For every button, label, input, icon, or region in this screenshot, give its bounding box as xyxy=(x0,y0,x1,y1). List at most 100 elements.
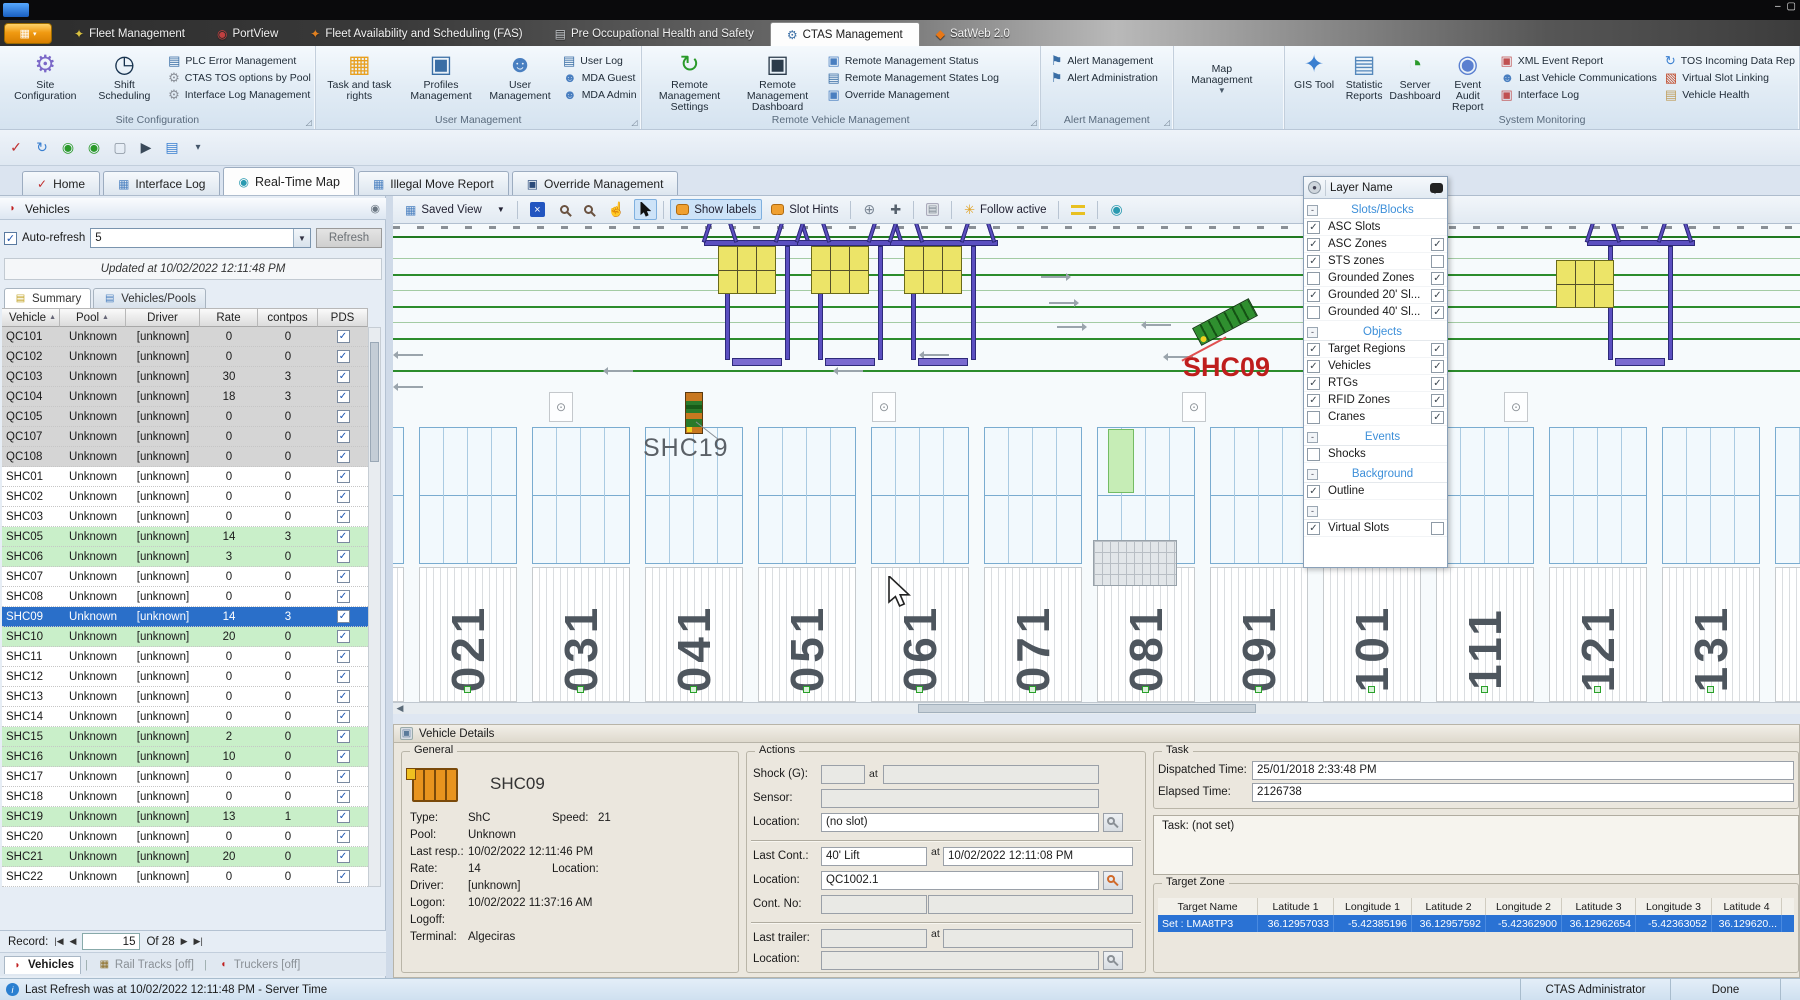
collapse-icon[interactable]: - xyxy=(1307,506,1318,517)
ribbon-button-last-vehicle-communications[interactable]: ☻Last Vehicle Communications xyxy=(1500,71,1656,84)
table-row-shc11[interactable]: SHC11Unknown[unknown]00✓ xyxy=(2,647,368,667)
trailer-location-lookup-button[interactable] xyxy=(1103,951,1123,970)
tz-column-header-longitude-2[interactable]: Longitude 2 xyxy=(1486,898,1562,915)
pds-checkbox[interactable]: ✓ xyxy=(337,690,350,703)
pds-checkbox[interactable]: ✓ xyxy=(337,410,350,423)
table-row-qc105[interactable]: QC105Unknown[unknown]00✓ xyxy=(2,407,368,427)
tz-column-header-latitude-3[interactable]: Latitude 3 xyxy=(1562,898,1636,915)
container-location-lookup-button[interactable] xyxy=(1103,871,1123,890)
layer-labels-checkbox[interactable]: ✓ xyxy=(1431,411,1444,424)
asc-zone-091[interactable] xyxy=(1210,427,1308,564)
toolbar-overflow-button[interactable]: ▾ xyxy=(188,138,208,158)
tz-column-header-latitude-2[interactable]: Latitude 2 xyxy=(1412,898,1486,915)
back-button[interactable]: ◉ xyxy=(58,138,78,158)
layer-row-grounded-40-sl[interactable]: Grounded 40' Sl...✓ xyxy=(1304,304,1447,321)
layer-visible-checkbox[interactable] xyxy=(1307,448,1320,461)
layer-labels-checkbox[interactable]: ✓ xyxy=(1431,377,1444,390)
layer-labels-checkbox[interactable]: ✓ xyxy=(1431,289,1444,302)
dialog-launcher-icon[interactable]: ◿ xyxy=(1164,118,1170,127)
table-row-shc16[interactable]: SHC16Unknown[unknown]100✓ xyxy=(2,747,368,767)
pds-checkbox[interactable]: ✓ xyxy=(337,550,350,563)
ribbon-button-event-audit-report[interactable]: ◉Event Audit Report xyxy=(1441,48,1494,113)
ribbon-button-profiles-management[interactable]: ▣Profiles Management xyxy=(399,48,483,102)
layer-visible-checkbox[interactable]: ✓ xyxy=(1307,394,1320,407)
zoom-in-button[interactable] xyxy=(554,199,575,220)
layer-row-grounded-20-sl[interactable]: ✓Grounded 20' Sl...✓ xyxy=(1304,287,1447,304)
center-button[interactable]: ⊕ xyxy=(857,199,881,220)
table-row-shc13[interactable]: SHC13Unknown[unknown]00✓ xyxy=(2,687,368,707)
record-number-field[interactable]: 15 xyxy=(82,933,140,950)
last-trailer-field[interactable] xyxy=(821,929,927,948)
pds-checkbox[interactable]: ✓ xyxy=(337,870,350,883)
pds-checkbox[interactable]: ✓ xyxy=(337,390,350,403)
ribbon-button-shift-scheduling[interactable]: ◷Shift Scheduling xyxy=(87,48,162,102)
column-header-driver[interactable]: Driver xyxy=(126,308,200,327)
shock-field[interactable] xyxy=(821,765,865,784)
layer-row-grounded-zones[interactable]: Grounded Zones✓ xyxy=(1304,270,1447,287)
layer-row-cranes[interactable]: Cranes✓ xyxy=(1304,409,1447,426)
subtab-summary[interactable]: ▤Summary xyxy=(4,288,91,308)
copy-button[interactable]: ▢ xyxy=(110,138,130,158)
pds-checkbox[interactable]: ✓ xyxy=(337,330,350,343)
slot-grid-011[interactable] xyxy=(393,567,404,702)
tz-column-header-target-name[interactable]: Target Name xyxy=(1158,898,1258,915)
previous-record-button[interactable]: ◀ xyxy=(70,936,77,947)
pds-checkbox[interactable]: ✓ xyxy=(337,590,350,603)
auto-refresh-checkbox[interactable]: ✓ xyxy=(4,232,17,245)
layer-visible-checkbox[interactable]: ✓ xyxy=(1307,238,1320,251)
target-zone-row[interactable]: Set : LMA8TP336.12957033-5.4238519636.12… xyxy=(1158,915,1794,932)
ribbon-button-map-management[interactable]: Map Management▼ xyxy=(1178,48,1266,95)
asc-zone-111[interactable] xyxy=(1436,427,1534,564)
table-row-qc108[interactable]: QC108Unknown[unknown]00✓ xyxy=(2,447,368,467)
layer-visible-checkbox[interactable] xyxy=(1307,306,1320,319)
ribbon-button-interface-log[interactable]: ▣Interface Log xyxy=(1500,88,1656,101)
refresh-interval-combo[interactable]: 5 ▼ xyxy=(90,228,311,248)
pds-checkbox[interactable]: ✓ xyxy=(337,850,350,863)
asc-zone-071[interactable] xyxy=(984,427,1082,564)
dialog-launcher-icon[interactable]: ◿ xyxy=(306,118,312,127)
follow-active-toggle[interactable]: ✳Follow active xyxy=(958,199,1052,220)
dialog-launcher-icon[interactable]: ◿ xyxy=(631,118,637,127)
layer-row-vehicles[interactable]: ✓Vehicles✓ xyxy=(1304,358,1447,375)
table-row-shc17[interactable]: SHC17Unknown[unknown]00✓ xyxy=(2,767,368,787)
fit-view-button[interactable]: × xyxy=(524,199,551,220)
table-row-shc01[interactable]: SHC01Unknown[unknown]00✓ xyxy=(2,467,368,487)
layer-labels-checkbox[interactable]: ✓ xyxy=(1431,360,1444,373)
ribbon-button-vehicle-health[interactable]: ▤Vehicle Health xyxy=(1665,88,1795,101)
tz-column-header-latitude-1[interactable]: Latitude 1 xyxy=(1258,898,1334,915)
app-tab-fleet-availability-and-scheduling-fas[interactable]: ✦Fleet Availability and Scheduling (FAS) xyxy=(294,22,538,46)
dispatched-time-field[interactable]: 25/01/2018 2:33:48 PM xyxy=(1252,761,1794,780)
table-row-shc08[interactable]: SHC08Unknown[unknown]00✓ xyxy=(2,587,368,607)
asc-zone-141[interactable] xyxy=(1775,427,1800,564)
show-labels-toggle[interactable]: Show labels xyxy=(670,199,762,220)
pds-checkbox[interactable]: ✓ xyxy=(337,750,350,763)
pds-checkbox[interactable]: ✓ xyxy=(337,470,350,483)
chevron-down-icon[interactable]: ▼ xyxy=(293,229,310,247)
layer-labels-checkbox[interactable] xyxy=(1431,255,1444,268)
table-row-shc18[interactable]: SHC18Unknown[unknown]00✓ xyxy=(2,787,368,807)
table-row-qc104[interactable]: QC104Unknown[unknown]183✓ xyxy=(2,387,368,407)
measure-button[interactable] xyxy=(1065,199,1091,220)
app-tab-pre-occupational-health-and-safety[interactable]: ▤Pre Occupational Health and Safety xyxy=(539,22,770,46)
column-header-pds[interactable]: PDS xyxy=(318,308,368,327)
last-container-at-field[interactable]: 10/02/2022 12:11:08 PM xyxy=(943,847,1133,866)
table-row-qc101[interactable]: QC101Unknown[unknown]00✓ xyxy=(2,327,368,347)
layer-visible-checkbox[interactable]: ✓ xyxy=(1307,377,1320,390)
shock-at-field[interactable] xyxy=(883,765,1099,784)
table-row-shc21[interactable]: SHC21Unknown[unknown]200✓ xyxy=(2,847,368,867)
zoom-out-button[interactable] xyxy=(578,199,599,220)
elapsed-time-field[interactable]: 2126738 xyxy=(1252,783,1794,802)
container-number-field[interactable] xyxy=(821,895,927,914)
table-row-shc09[interactable]: SHC09Unknown[unknown]143✓ xyxy=(2,607,368,627)
layer-row-rfid-zones[interactable]: ✓RFID Zones✓ xyxy=(1304,392,1447,409)
layer-visible-checkbox[interactable]: ✓ xyxy=(1307,485,1320,498)
select-button[interactable] xyxy=(634,199,657,220)
tab-override-management[interactable]: ▣Override Management xyxy=(512,171,679,195)
last-record-button[interactable]: ▶| xyxy=(194,936,203,947)
ribbon-button-user-management[interactable]: ☻User Management xyxy=(483,48,557,102)
ribbon-button-remote-management-states-log[interactable]: ▤Remote Management States Log xyxy=(828,71,999,84)
layer-visible-checkbox[interactable] xyxy=(1307,411,1320,424)
pds-checkbox[interactable]: ✓ xyxy=(337,830,350,843)
tz-column-header-longi[interactable]: Longi xyxy=(1782,898,1794,915)
asc-zone-061[interactable] xyxy=(871,427,969,564)
